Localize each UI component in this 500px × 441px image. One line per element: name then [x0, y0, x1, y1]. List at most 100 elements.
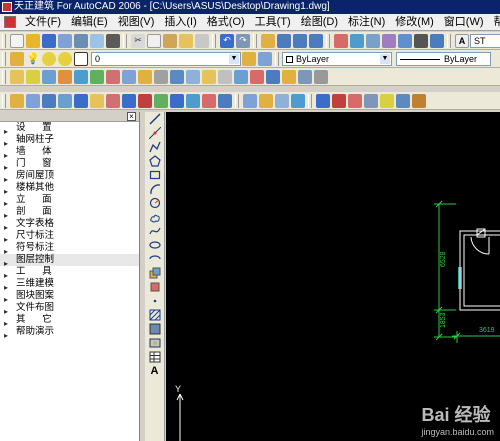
layout-icon[interactable]	[282, 69, 296, 84]
help-icon[interactable]	[430, 33, 444, 48]
toolbar-grip[interactable]	[275, 51, 279, 66]
layer-previous-icon[interactable]	[258, 51, 272, 66]
save-icon[interactable]	[42, 33, 56, 48]
arrow-icon[interactable]	[122, 93, 136, 108]
toolbar-grip[interactable]	[308, 93, 312, 108]
sidebar-item-help-demo[interactable]: 帮助演示	[0, 326, 139, 338]
symbol-icon[interactable]	[202, 69, 216, 84]
document-menu-icon[interactable]	[4, 16, 16, 28]
menu-dimension[interactable]: 标注(N)	[343, 14, 390, 30]
other-icon[interactable]	[298, 69, 312, 84]
block-editor-icon[interactable]	[195, 33, 209, 48]
sheet-set-icon[interactable]	[58, 33, 72, 48]
copy-icon[interactable]	[147, 33, 161, 48]
redo-icon[interactable]: ↷	[236, 33, 250, 48]
toolbar-grip[interactable]	[235, 93, 239, 108]
window-list-icon[interactable]	[316, 93, 330, 108]
menu-help[interactable]: 帮助(H)	[489, 14, 500, 30]
axis-grid-icon[interactable]	[10, 69, 24, 84]
publish-icon[interactable]	[106, 33, 120, 48]
sidebar-item-layer-control[interactable]: 图层控制	[0, 254, 139, 266]
line-icon[interactable]	[148, 113, 162, 127]
sheet-set-manager-icon[interactable]	[382, 33, 396, 48]
menu-edit[interactable]: 编辑(E)	[66, 14, 113, 30]
linetype-select[interactable]: ByLayer	[396, 51, 491, 66]
color-select[interactable]: ByLayer ▼	[282, 51, 392, 66]
undo-icon[interactable]: ↶	[220, 33, 234, 48]
ruler-icon[interactable]	[275, 93, 289, 108]
properties-icon[interactable]	[334, 33, 348, 48]
print-setup-icon[interactable]	[291, 93, 305, 108]
roof-icon[interactable]	[106, 69, 120, 84]
room-icon[interactable]	[90, 69, 104, 84]
menu-format[interactable]: 格式(O)	[202, 14, 250, 30]
column-icon[interactable]	[26, 69, 40, 84]
sidebar-item-stair-other[interactable]: 楼梯其他	[0, 182, 139, 194]
make-layer-current-icon[interactable]	[242, 51, 256, 66]
help-demo-icon[interactable]	[314, 69, 328, 84]
wall-draw-icon[interactable]	[58, 93, 72, 108]
sidebar-item-section[interactable]: 剖 面	[0, 206, 139, 218]
rectangle-icon[interactable]	[148, 169, 162, 183]
paste-icon[interactable]	[163, 33, 177, 48]
toolbar-grip[interactable]	[123, 33, 127, 48]
menu-tools[interactable]: 工具(T)	[250, 14, 296, 30]
sidebar-item-dimension[interactable]: 尺寸标注	[0, 230, 139, 242]
sidebar-item-room-roof[interactable]: 房间屋顶	[0, 170, 139, 182]
layer-control-icon[interactable]	[218, 69, 232, 84]
revision-cloud-icon[interactable]	[148, 211, 162, 225]
tool-palettes-icon[interactable]	[366, 33, 380, 48]
polygon-icon[interactable]	[148, 155, 162, 169]
chart-icon[interactable]	[348, 93, 362, 108]
spline-icon[interactable]	[148, 225, 162, 239]
zoom-previous-icon[interactable]	[309, 33, 323, 48]
toolbar-grip[interactable]	[2, 93, 6, 108]
sidebar-item-symbol[interactable]: 符号标注	[0, 242, 139, 254]
markup-icon[interactable]	[398, 33, 412, 48]
open-icon[interactable]	[26, 33, 40, 48]
make-block-icon[interactable]	[148, 281, 162, 295]
flag-red-icon[interactable]	[332, 93, 346, 108]
sidebar-item-settings[interactable]: 设 置	[0, 122, 139, 134]
scale-icon[interactable]	[259, 93, 273, 108]
print-icon[interactable]	[74, 33, 88, 48]
stair-icon[interactable]	[122, 69, 136, 84]
section-icon[interactable]	[154, 69, 168, 84]
sidebar-item-elevation[interactable]: 立 面	[0, 194, 139, 206]
new-file-icon[interactable]	[10, 33, 24, 48]
paint-icon[interactable]	[412, 93, 426, 108]
toolbar-grip[interactable]	[2, 69, 6, 84]
flag-icon[interactable]	[170, 93, 184, 108]
door-icon[interactable]	[58, 69, 72, 84]
sidebar-item-text-table[interactable]: 文字表格	[0, 218, 139, 230]
sidebar-item-other[interactable]: 其 它	[0, 314, 139, 326]
layer-manager-icon[interactable]	[10, 51, 24, 66]
polyline-icon[interactable]	[148, 141, 162, 155]
table-icon[interactable]	[148, 351, 162, 365]
toolbar-grip[interactable]	[253, 33, 257, 48]
dimension-axis-icon[interactable]	[74, 93, 88, 108]
close-icon[interactable]: ×	[127, 112, 136, 121]
layer-freeze-icon[interactable]	[42, 51, 56, 66]
gradient-icon[interactable]	[148, 323, 162, 337]
layer-lock-icon[interactable]	[58, 51, 72, 66]
compass-icon[interactable]	[186, 93, 200, 108]
sidebar-item-file-layout[interactable]: 文件布图	[0, 302, 139, 314]
door-window-icon[interactable]	[106, 93, 120, 108]
sidebar-item-block-pattern[interactable]: 图块图案	[0, 290, 139, 302]
layer-color-icon[interactable]	[74, 51, 88, 66]
menu-window[interactable]: 窗口(W)	[439, 14, 489, 30]
menu-modify[interactable]: 修改(M)	[390, 14, 439, 30]
toolbar-grip[interactable]	[212, 33, 216, 48]
toolbar-grip[interactable]	[447, 33, 451, 48]
drawing-setup-icon[interactable]	[10, 93, 24, 108]
compare-icon[interactable]	[380, 93, 394, 108]
elevation-mark-icon[interactable]	[138, 93, 152, 108]
zoom-window-icon[interactable]	[293, 33, 307, 48]
sidebar-item-3d-model[interactable]: 三维建模	[0, 278, 139, 290]
tools-icon[interactable]	[234, 69, 248, 84]
block-icon[interactable]	[266, 69, 280, 84]
3d-model-icon[interactable]	[250, 69, 264, 84]
toolbar-grip[interactable]	[2, 33, 6, 48]
window-icon[interactable]	[74, 69, 88, 84]
